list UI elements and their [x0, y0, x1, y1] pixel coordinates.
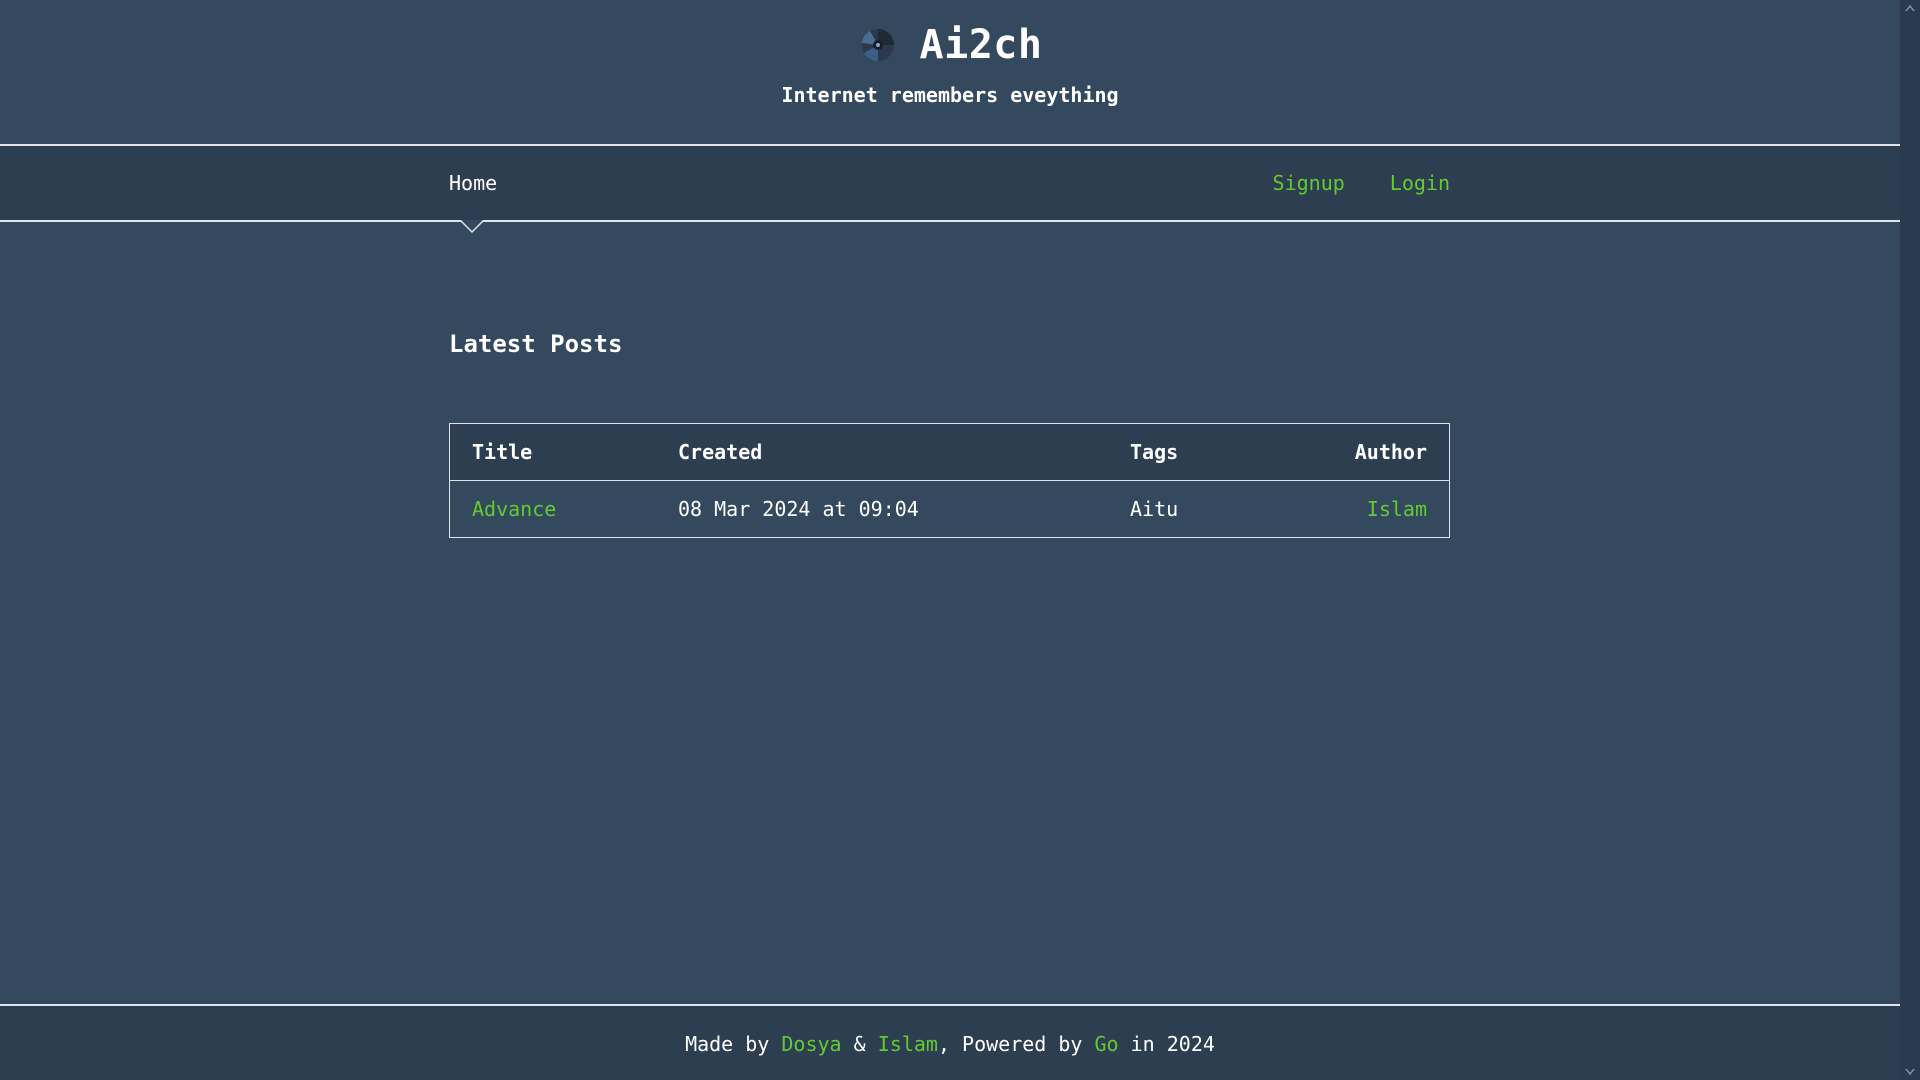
footer-year-text: in 2024 — [1118, 1032, 1215, 1056]
post-author-cell: Islam — [1259, 481, 1450, 538]
nav-signup-link[interactable]: Signup — [1273, 171, 1345, 195]
post-title-cell: Advance — [450, 481, 657, 538]
brand[interactable]: Ai2ch — [0, 22, 1900, 68]
footer-ampersand-text: & — [841, 1032, 878, 1056]
column-header-title: Title — [449, 423, 656, 481]
column-header-tags: Tags — [1108, 423, 1259, 481]
main-content: Latest Posts Title Created Tags Author A… — [449, 330, 1450, 538]
site-tagline: Internet remembers eveything — [781, 83, 1119, 107]
scroll-down-arrow-icon[interactable] — [1905, 1068, 1915, 1076]
posts-table: Title Created Tags Author Advance 08 Mar… — [449, 423, 1450, 538]
footer-author-islam-link[interactable]: Islam — [878, 1032, 938, 1056]
footer-author-dosya-link[interactable]: Dosya — [781, 1032, 841, 1056]
post-author-link[interactable]: Islam — [1367, 497, 1427, 521]
scroll-up-arrow-icon[interactable] — [1905, 4, 1915, 12]
post-created-cell: 08 Mar 2024 at 09:04 — [678, 497, 919, 521]
nav-auth-links: Signup Login — [1273, 171, 1450, 195]
footer-made-by-text: Made by — [685, 1032, 782, 1056]
main-nav: Home Signup Login — [0, 146, 1900, 234]
column-header-created: Created — [656, 423, 1108, 481]
nav-home-link[interactable]: Home — [449, 171, 497, 195]
page-scrollbar[interactable] — [1900, 0, 1920, 1080]
site-footer: Made by Dosya & Islam, Powered by Go in … — [0, 1004, 1900, 1080]
post-title-link[interactable]: Advance — [472, 497, 556, 521]
column-header-author: Author — [1258, 423, 1450, 481]
post-tags-cell: Aitu — [1130, 497, 1179, 521]
site-header: Ai2ch Internet remembers eveything — [0, 0, 1900, 146]
site-title[interactable]: Ai2ch — [920, 22, 1043, 68]
nav-login-link[interactable]: Login — [1390, 171, 1450, 195]
logo-icon — [861, 29, 894, 62]
table-header-row: Title Created Tags Author — [449, 423, 1450, 481]
active-nav-caret-icon — [460, 220, 484, 234]
table-row: Advance 08 Mar 2024 at 09:04 Aitu Islam — [450, 481, 1450, 538]
footer-go-link[interactable]: Go — [1095, 1032, 1119, 1056]
page: Ai2ch Internet remembers eveything Home … — [0, 0, 1900, 1080]
footer-powered-by-text: , Powered by — [937, 1032, 1095, 1056]
nav-inner: Home Signup Login — [449, 146, 1450, 220]
section-title: Latest Posts — [449, 330, 623, 358]
